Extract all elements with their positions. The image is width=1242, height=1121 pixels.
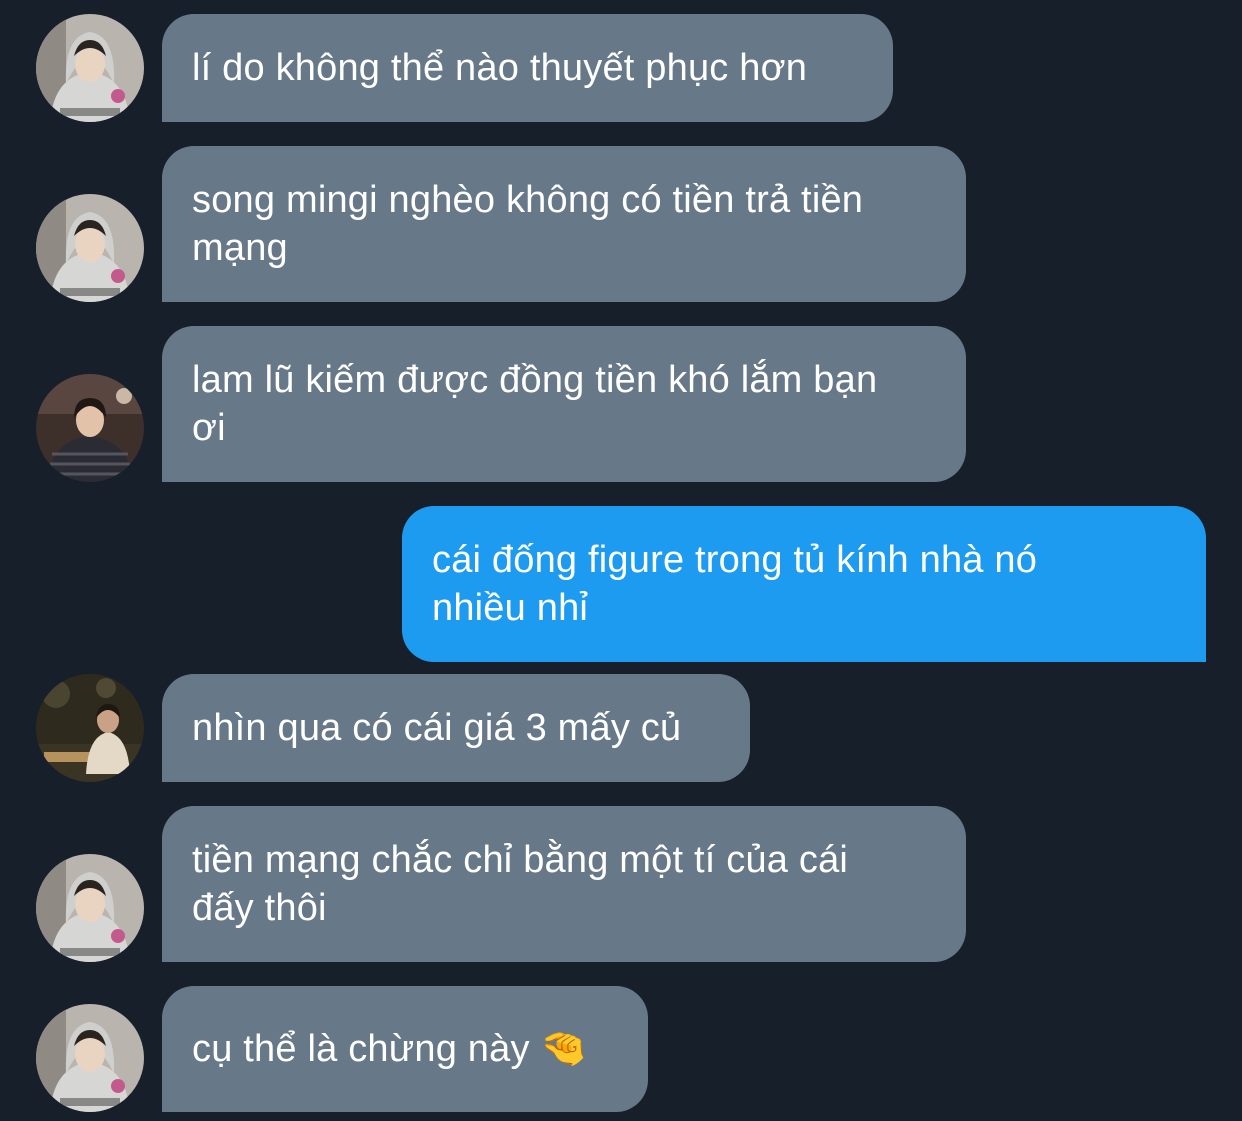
hoodie-person-avatar-image xyxy=(36,1004,144,1112)
message-bubble[interactable]: song mingi nghèo không có tiền trả tiền … xyxy=(162,146,966,302)
message-text: lí do không thể nào thuyết phục hơn xyxy=(192,47,808,89)
avatar[interactable] xyxy=(36,194,144,302)
message-text: lam lũ kiếm được đồng tiền khó lắm bạn ơ… xyxy=(192,359,878,449)
message-text: song mingi nghèo không có tiền trả tiền … xyxy=(192,179,864,269)
avatar[interactable] xyxy=(36,374,144,482)
striped-sweater-person-avatar-image xyxy=(36,374,144,482)
avatar[interactable] xyxy=(36,1004,144,1112)
message-text: cụ thể là chừng này 🤏 xyxy=(192,1028,588,1070)
message-bubble[interactable]: cụ thể là chừng này 🤏 xyxy=(162,986,648,1112)
message-bubble[interactable]: lam lũ kiếm được đồng tiền khó lắm bạn ơ… xyxy=(162,326,966,482)
hoodie-person-avatar-image xyxy=(36,854,144,962)
message-text: cái đống figure trong tủ kính nhà nó nhi… xyxy=(432,539,1038,629)
message-text: tiền mạng chắc chỉ bằng một tí của cái đ… xyxy=(192,839,849,929)
message-bubble[interactable]: lí do không thể nào thuyết phục hơn xyxy=(162,14,893,122)
avatar[interactable] xyxy=(36,14,144,122)
avatar[interactable] xyxy=(36,854,144,962)
seated-person-avatar-image xyxy=(36,674,144,782)
hoodie-person-avatar-image xyxy=(36,14,144,122)
message-text: nhìn qua có cái giá 3 mấy củ xyxy=(192,707,682,749)
message-bubble[interactable]: tiền mạng chắc chỉ bằng một tí của cái đ… xyxy=(162,806,966,962)
hoodie-person-avatar-image xyxy=(36,194,144,302)
message-thread: lí do không thể nào thuyết phục hơn song… xyxy=(0,0,1242,1121)
message-bubble[interactable]: nhìn qua có cái giá 3 mấy củ xyxy=(162,674,750,782)
avatar[interactable] xyxy=(36,674,144,782)
message-bubble[interactable]: cái đống figure trong tủ kính nhà nó nhi… xyxy=(402,506,1206,662)
